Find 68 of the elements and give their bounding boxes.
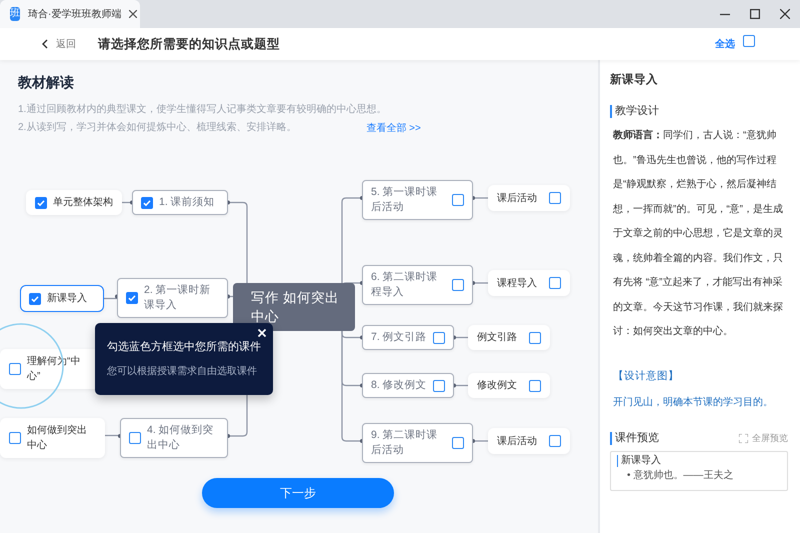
section-title: 教学设计 — [610, 105, 788, 118]
slide-title: 新课导入 — [617, 455, 781, 467]
intent-text: 开门见山，明确本节课的学习目的。 — [613, 396, 774, 410]
tab-title: 琦合·爱学班班教师端 — [28, 8, 122, 22]
node-label: 8. 修改例文 — [371, 378, 427, 393]
center-node: 写作 如何突出中心 — [233, 283, 355, 331]
checkbox[interactable] — [432, 380, 445, 392]
intent-title: 【设计意图】 — [613, 368, 680, 384]
checkbox[interactable] — [9, 363, 21, 375]
checkbox[interactable] — [549, 277, 561, 289]
slide-thumbnail[interactable]: 新课导入 • 意犹帅也。——王夫之 — [610, 451, 788, 491]
leaf-node[interactable]: 单元整体架构 — [26, 190, 122, 215]
node-label: 7. 例文引路 — [371, 330, 427, 345]
leaf-label: 课后活动 — [497, 192, 537, 206]
leaf-node[interactable]: 例文引路 — [468, 325, 550, 350]
leaf-node[interactable]: 新课导入 — [20, 285, 104, 312]
leaf-label: 修改例文 — [477, 378, 517, 393]
checkbox[interactable] — [452, 437, 464, 449]
app-icon: 班 — [10, 7, 20, 21]
leaf-label: 单元整体架构 — [53, 196, 113, 210]
checkbox[interactable] — [129, 432, 141, 444]
section-heading: 教材解读 — [18, 73, 75, 92]
leaf-label: 新课导入 — [47, 292, 87, 306]
tooltip-title: 勾选蓝色方框选中您所需的课件 — [107, 340, 261, 355]
leaf-label: 如何做到突出中心 — [27, 424, 88, 453]
checkbox[interactable] — [529, 380, 541, 392]
leaf-label: 例文引路 — [477, 330, 517, 345]
checkbox[interactable] — [743, 35, 755, 48]
checkbox[interactable] — [35, 196, 47, 208]
fullscreen-icon[interactable] — [739, 434, 748, 443]
checkbox[interactable] — [452, 194, 464, 206]
tooltip-text: 您可以根据授课需求自由选取课件 — [107, 364, 258, 378]
intro-text: 1.通过回顾教材内的典型课文，使学生懂得写人记事类文章要有较明确的中心思想。 — [18, 102, 386, 117]
checkbox[interactable] — [549, 192, 561, 204]
view-all-link[interactable]: 查看全部 >> — [366, 120, 421, 136]
leaf-node[interactable]: 课后活动 — [488, 428, 570, 454]
leaf-node[interactable]: 如何做到突出中心 — [0, 418, 105, 458]
section-title: 课件预览 — [610, 432, 659, 445]
checkbox[interactable] — [126, 292, 138, 304]
back-icon[interactable] — [42, 39, 48, 49]
node-label: 5. 第一课时课后活动 — [371, 185, 439, 215]
select-all-label[interactable]: 全选 — [715, 36, 735, 52]
checkbox[interactable] — [29, 292, 41, 304]
window-tab[interactable]: 班 琦合·爱学班班教师端 — [0, 0, 140, 28]
panel-heading: 新课导入 — [610, 72, 659, 88]
node-label: 6. 第二课时课程导入 — [371, 270, 439, 300]
next-button[interactable]: 下一步 — [202, 478, 394, 508]
node-label: 9. 第二课时课后活动 — [371, 428, 439, 458]
leaf-node[interactable]: 课程导入 — [488, 270, 570, 296]
leaf-label: 课程导入 — [497, 276, 537, 290]
checkbox[interactable] — [549, 435, 561, 447]
checkbox[interactable] — [9, 432, 21, 444]
back-link[interactable]: 返回 — [56, 36, 76, 52]
node-label: 1. 课前须知 — [159, 195, 215, 210]
node-label: 2. 第一课时新课导入 — [144, 283, 212, 313]
leaf-label: 课后活动 — [497, 434, 537, 448]
close-icon[interactable] — [256, 327, 268, 339]
leaf-node[interactable]: 修改例文 — [468, 373, 550, 398]
paragraph: 教师语言：同学们，古人说：“意犹帅也。”鲁迅先生也曾说，他的写作过程是“静观默察，烂熟于心，然后凝神结想，一挥而就”的。可见，“意”，是生成于文章之前的中心思想，它是文章的灵魂，统帅着全篇的内容。我们作文，只有先将 “意”立起来了，才能写出有神采的文章。今天这节习作课，我们就来探讨：如何突出文章的中心。 — [613, 128, 784, 340]
checkbox[interactable] — [141, 196, 153, 208]
page-title: 请选择您所需要的知识点或题型 — [98, 36, 280, 53]
leaf-node[interactable]: 课后活动 — [488, 185, 570, 211]
slide-text: • 意犹帅也。——王夫之 — [627, 469, 734, 482]
node-label: 4. 如何做到突出中心 — [147, 423, 215, 453]
intro-text: 2.从读到写，学习并体会如何提炼中心、梳理线索、安排详略。 — [18, 120, 296, 135]
checkbox[interactable] — [432, 332, 445, 344]
checkbox[interactable] — [452, 279, 464, 291]
checkbox[interactable] — [529, 332, 541, 344]
